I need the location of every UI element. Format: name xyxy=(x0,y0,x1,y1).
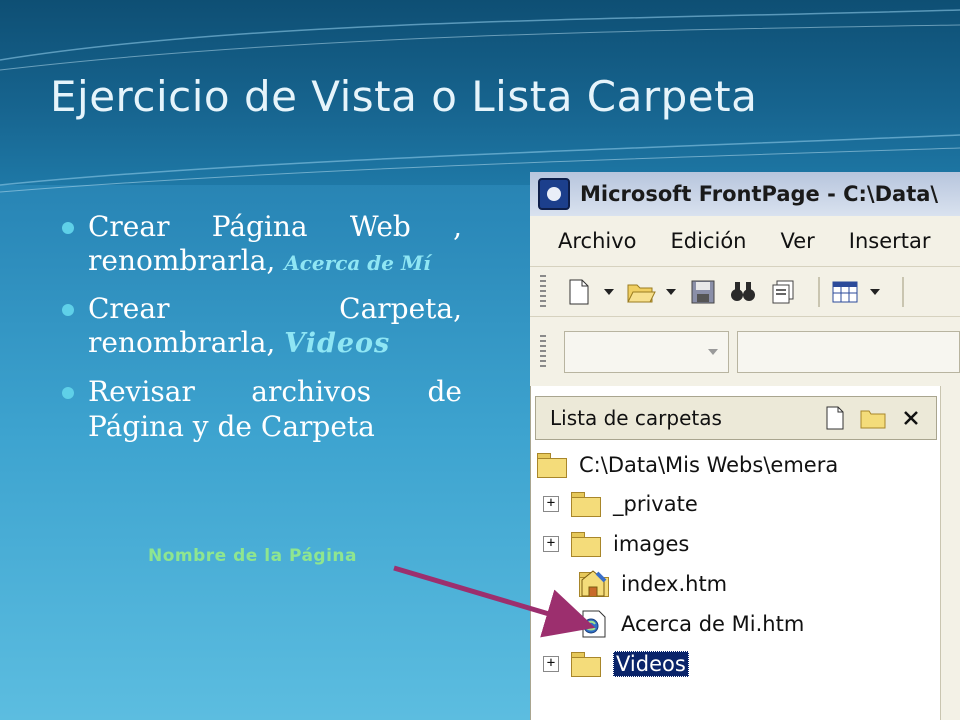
folder-icon xyxy=(571,652,601,677)
open-folder-icon[interactable] xyxy=(626,277,656,307)
table-icon[interactable] xyxy=(830,277,860,307)
font-combo[interactable] xyxy=(737,331,960,373)
tree-item-root[interactable]: C:\Data\Mis Webs\emera xyxy=(537,446,838,484)
new-folder-icon[interactable] xyxy=(860,405,886,431)
menu-bar: Archivo Edición Ver Insertar xyxy=(530,216,960,266)
bullet-highlight: Acerca de Mí xyxy=(284,251,431,276)
folder-icon xyxy=(571,492,601,517)
toolbar-grip-icon[interactable] xyxy=(540,335,546,369)
standard-toolbar xyxy=(530,266,960,317)
slide-title: Ejercicio de Vista o Lista Carpeta xyxy=(50,72,758,121)
tree-item-label: Acerca de Mi.htm xyxy=(621,612,805,636)
bullet-dot xyxy=(62,387,74,400)
tree-item-images[interactable]: + images xyxy=(543,525,689,563)
folder-list-panel: Lista de carpetas C:\Data\Mis Webs\emera xyxy=(530,386,941,720)
close-icon[interactable] xyxy=(898,405,924,431)
home-page-icon xyxy=(579,570,609,597)
menu-insertar[interactable]: Insertar xyxy=(849,229,931,253)
menu-edicion[interactable]: Edición xyxy=(671,229,747,253)
tree-item-index[interactable]: index.htm xyxy=(579,565,727,603)
menu-ver[interactable]: Ver xyxy=(781,229,815,253)
toolbar-separator xyxy=(902,277,904,307)
expand-plus-icon[interactable]: + xyxy=(543,536,559,552)
folder-list-header: Lista de carpetas xyxy=(535,396,937,440)
open-dropdown-icon[interactable] xyxy=(666,289,676,295)
new-page-icon[interactable] xyxy=(822,405,848,431)
folder-list-scrollbar[interactable] xyxy=(940,386,960,720)
bullet-text: Revisar archivos de Página y de Carpeta xyxy=(88,375,462,443)
tree-item-label-selected[interactable]: Videos xyxy=(613,651,689,677)
find-icon[interactable] xyxy=(728,277,758,307)
chevron-down-icon[interactable] xyxy=(708,349,719,355)
new-page-icon[interactable] xyxy=(564,277,594,307)
window-title: Microsoft FrontPage - C:\Data\ xyxy=(580,182,939,206)
slide: Ejercicio de Vista o Lista Carpeta Crear… xyxy=(0,0,960,720)
tree-item-label: C:\Data\Mis Webs\emera xyxy=(579,453,839,477)
expand-plus-icon[interactable]: + xyxy=(543,496,559,512)
table-dropdown-icon[interactable] xyxy=(870,289,880,295)
expand-plus-icon[interactable]: + xyxy=(543,656,559,672)
folder-icon xyxy=(537,453,567,478)
bullet-highlight: Videos xyxy=(284,328,391,360)
tree-item-label: _private xyxy=(613,492,698,516)
frontpage-app-icon[interactable] xyxy=(538,178,570,210)
toolbar-grip-icon[interactable] xyxy=(540,275,546,309)
style-combo[interactable] xyxy=(563,331,730,373)
folder-icon xyxy=(571,532,601,557)
tree-item-videos[interactable]: + Videos xyxy=(543,645,689,683)
page-name-caption: Nombre de la Página xyxy=(148,546,358,566)
html-page-icon xyxy=(579,610,609,638)
bullet-dot xyxy=(62,304,74,317)
folder-list-title: Lista de carpetas xyxy=(550,406,722,430)
save-icon[interactable] xyxy=(688,277,718,307)
new-dropdown-icon[interactable] xyxy=(604,289,614,295)
tree-item-acerca[interactable]: Acerca de Mi.htm xyxy=(579,605,804,643)
bullet-dot xyxy=(62,222,74,234)
bullet-item: Revisar archivos de Página y de Carpeta xyxy=(62,375,462,443)
tree-item-label: index.htm xyxy=(621,572,728,596)
bullet-text: Crear Carpeta, renombrarla, xyxy=(88,292,462,360)
tree-item-private[interactable]: + _private xyxy=(543,485,698,523)
bullet-list: Crear Página Web , renombrarla, Acerca d… xyxy=(62,210,462,458)
bullet-item: Crear Página Web , renombrarla, Acerca d… xyxy=(62,210,462,278)
menu-archivo[interactable]: Archivo xyxy=(558,229,637,253)
window-titlebar[interactable]: Microsoft FrontPage - C:\Data\ xyxy=(530,172,960,216)
preview-icon[interactable] xyxy=(768,277,798,307)
formatting-toolbar xyxy=(530,316,960,387)
toolbar-separator xyxy=(818,277,820,307)
frontpage-window: Microsoft FrontPage - C:\Data\ Archivo E… xyxy=(530,172,960,720)
bullet-item: Crear Carpeta, renombrarla, Videos xyxy=(62,292,462,361)
tree-item-label: images xyxy=(613,532,690,556)
